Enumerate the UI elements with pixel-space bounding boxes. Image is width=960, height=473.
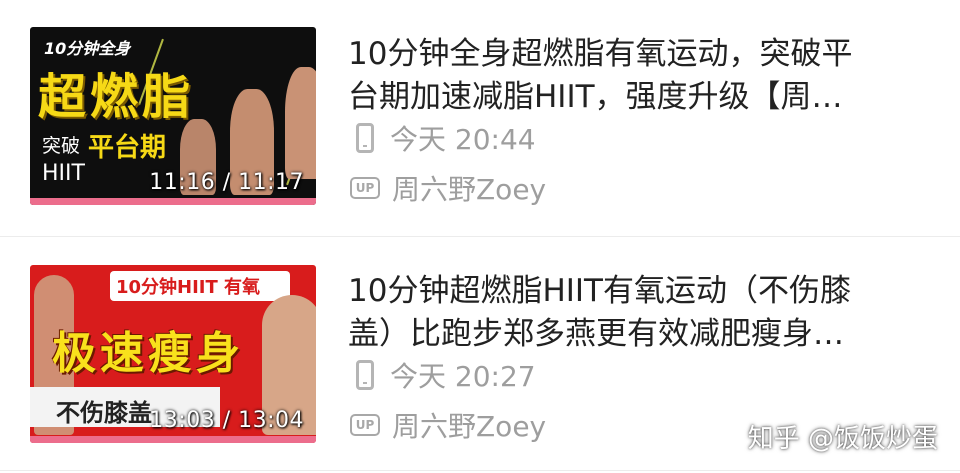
- watch-progress-bar: [30, 198, 316, 205]
- video-title-line: 盖）比跑步郑多燕更有效减肥瘦身…: [348, 316, 844, 352]
- thumbnail-subtext: HIIT: [42, 161, 85, 186]
- video-title[interactable]: 10分钟超燃脂HIIT有氧运动（不伤膝 盖）比跑步郑多燕更有效减肥瘦身…: [348, 270, 928, 356]
- video-title-line: 10分钟超燃脂HIIT有氧运动（不伤膝: [348, 273, 851, 309]
- up-badge-icon: UP: [350, 177, 380, 199]
- uploader-row[interactable]: UP 周六野Zoey: [350, 168, 546, 208]
- thumbnail-figure: [285, 67, 316, 179]
- watch-time: 今天 20:44: [390, 123, 536, 156]
- video-thumbnail[interactable]: 10分钟全身 超燃脂 突破 平台期 HIIT 11:16 / 11:17: [30, 27, 316, 205]
- thumbnail-subtext: 突破: [42, 135, 81, 157]
- thumbnail-headline: 极速瘦身: [52, 328, 244, 379]
- thumbnail-top-text: 10分钟HIIT 有氧: [116, 277, 261, 298]
- thumbnail-subtext-highlight: 平台期: [88, 133, 167, 163]
- video-title-line: 10分钟全身超燃脂有氧运动，突破平: [348, 36, 853, 72]
- watch-time-row: 今天 20:27: [350, 355, 536, 395]
- video-title-line: 台期加速减脂HIIT，强度升级【周…: [348, 79, 843, 115]
- watch-time: 今天 20:27: [390, 360, 536, 393]
- video-duration: 11:16 / 11:17: [149, 170, 304, 195]
- watermark: 知乎 @饭饭炒蛋: [747, 424, 938, 454]
- video-title[interactable]: 10分钟全身超燃脂有氧运动，突破平 台期加速减脂HIIT，强度升级【周…: [348, 33, 928, 119]
- video-thumbnail[interactable]: 10分钟HIIT 有氧 极速瘦身 不伤膝盖 13:03 / 13:04: [30, 265, 316, 443]
- phone-icon: [356, 123, 374, 153]
- video-list-item[interactable]: 10分钟全身 超燃脂 突破 平台期 HIIT 11:16 / 11:17 10分…: [0, 0, 960, 236]
- uploader-row[interactable]: UP 周六野Zoey: [350, 405, 546, 445]
- uploader-name[interactable]: 周六野Zoey: [392, 405, 546, 445]
- watch-time-row: 今天 20:44: [350, 118, 536, 158]
- watch-progress-bar: [30, 436, 316, 443]
- uploader-name[interactable]: 周六野Zoey: [392, 168, 546, 208]
- thumbnail-headline: 超燃脂: [38, 69, 195, 125]
- thumbnail-top-text: 10分钟全身: [44, 39, 131, 58]
- list-divider: [0, 470, 960, 471]
- phone-icon: [356, 360, 374, 390]
- thumbnail-subtext: 不伤膝盖: [56, 399, 152, 427]
- video-duration: 13:03 / 13:04: [149, 408, 304, 433]
- up-badge-icon: UP: [350, 414, 380, 436]
